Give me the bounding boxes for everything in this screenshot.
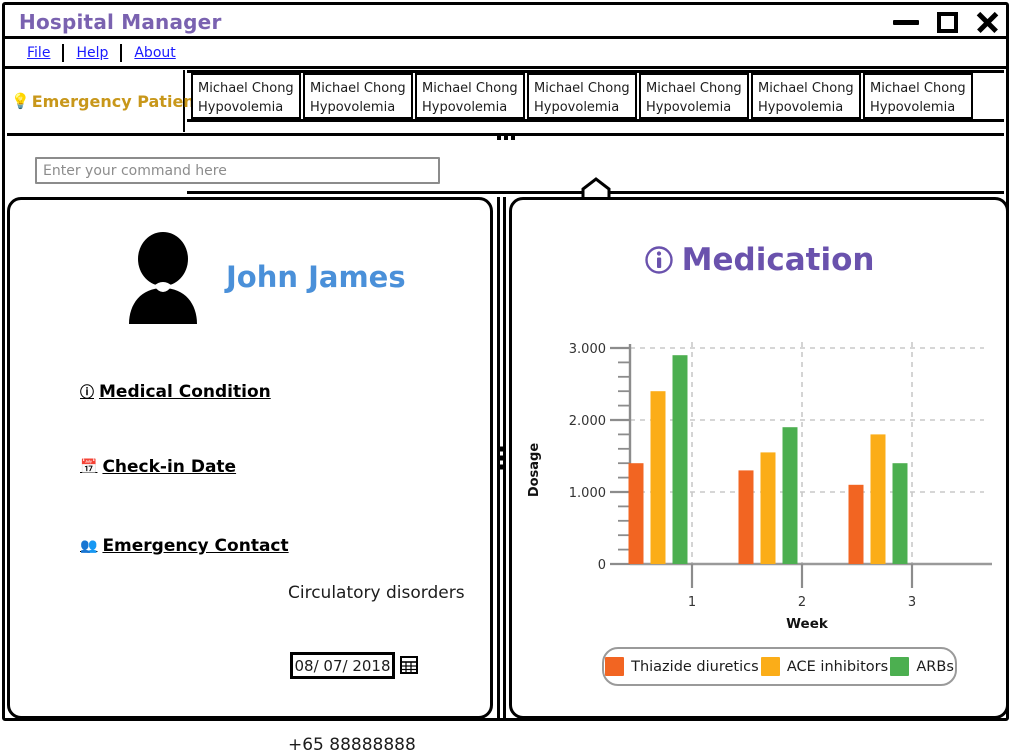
app-title: Hospital Manager	[19, 10, 222, 34]
patient-tab[interactable]: Michael Chong Hypovolemia	[639, 73, 749, 119]
application-window: Hospital Manager File Help About 💡 Emerg…	[2, 2, 1009, 755]
patient-tab-condition: Hypovolemia	[422, 100, 508, 115]
menu-bar: File Help About	[5, 39, 1006, 69]
detail-row-emergency-contact: 👥 Emergency Contact	[80, 535, 289, 556]
title-bar: Hospital Manager	[5, 5, 1006, 39]
patient-tab-name: Michael Chong	[646, 81, 742, 96]
chart-xlabel: Week	[786, 616, 829, 630]
question-circle-icon: ⓘ	[80, 385, 94, 401]
menu-item-help[interactable]: Help	[64, 45, 120, 61]
emergency-patients-label: Emergency Patients	[31, 91, 212, 111]
patient-tab-condition: Hypovolemia	[198, 100, 284, 115]
chart-ytick-1000: 1.000	[569, 486, 606, 501]
calendar-picker-icon[interactable]	[400, 655, 418, 675]
close-icon[interactable]	[976, 11, 998, 33]
emergency-contact-label-group: 👥 Emergency Contact	[80, 536, 289, 556]
users-icon: 👥	[80, 538, 98, 554]
lightbulb-icon: 💡	[11, 92, 30, 110]
patient-tab-name: Michael Chong	[870, 81, 966, 96]
window-controls	[893, 5, 998, 39]
patient-tab-strip: 💡 Emergency Patients Michael Chong Hypov…	[5, 69, 1006, 198]
emergency-contact-label: Emergency Contact	[102, 536, 289, 556]
checkin-date-label: Check-in Date	[102, 457, 237, 477]
chart-bars	[628, 355, 908, 564]
legend-swatch	[890, 657, 910, 676]
chevron-up-icon[interactable]	[580, 177, 612, 199]
menu-item-file[interactable]: File	[15, 45, 62, 61]
patient-tab[interactable]: Michael Chong Hypovolemia	[191, 73, 301, 119]
maximize-icon[interactable]	[937, 11, 958, 33]
vertical-splitter[interactable]	[497, 197, 507, 719]
medication-panel: Medication Dosage 3.000 2.000 1.000 0 1 …	[509, 197, 1009, 719]
legend-entry-arbs[interactable]: ARBs	[890, 657, 954, 676]
chart-ytick-2000: 2.000	[569, 414, 606, 429]
chart-ytick-3000: 3.000	[569, 342, 606, 357]
legend-label: Thiazide diuretics	[631, 658, 759, 675]
medical-condition-label: Medical Condition	[99, 382, 271, 402]
calendar-day-icon: 📅	[80, 459, 98, 475]
patient-tab-name: Michael Chong	[534, 81, 630, 96]
chart-bar	[760, 452, 776, 564]
splitter-grip-dots	[500, 446, 505, 470]
minimize-icon[interactable]	[893, 19, 919, 25]
chart-bar	[892, 463, 908, 564]
chart-bar	[738, 470, 754, 564]
chart-xtick-1: 1	[688, 595, 696, 610]
medical-condition-label-group: ⓘ Medical Condition	[80, 382, 271, 402]
checkin-date-label-group: 📅 Check-in Date	[80, 457, 236, 477]
patient-tab-condition: Hypovolemia	[310, 100, 396, 115]
patient-tabs-container: Michael Chong Hypovolemia Michael Chong …	[187, 70, 1004, 122]
legend-entry-ace-inhibitors[interactable]: ACE inhibitors	[760, 657, 889, 676]
chart-bar	[628, 463, 644, 564]
command-input[interactable]	[35, 157, 440, 184]
chart-xtick-3: 3	[908, 595, 916, 610]
patient-tab-condition: Hypovolemia	[758, 100, 844, 115]
patient-name: John James	[226, 260, 406, 294]
medication-title: Medication	[681, 242, 875, 278]
legend-swatch	[760, 657, 780, 676]
checkin-date-value: 08/ 07/ 2018	[294, 656, 391, 675]
patient-tab-name: Michael Chong	[422, 81, 518, 96]
patient-tab-condition: Hypovolemia	[646, 100, 732, 115]
chart-ytick-0: 0	[598, 558, 606, 573]
chart-bar	[650, 391, 666, 564]
chart-xtick-2: 2	[798, 595, 806, 610]
checkin-date-field[interactable]: 08/ 07/ 2018	[290, 652, 395, 679]
horizontal-splitter[interactable]	[7, 133, 1004, 143]
detail-row-medical-condition: ⓘ Medical Condition	[80, 382, 271, 402]
chart-bar	[672, 355, 688, 564]
patient-tab-condition: Hypovolemia	[534, 100, 620, 115]
patient-tab[interactable]: Michael Chong Hypovolemia	[863, 73, 973, 119]
patient-tab[interactable]: Michael Chong Hypovolemia	[303, 73, 413, 119]
legend-label: ARBs	[916, 658, 954, 675]
patient-tab-name: Michael Chong	[758, 81, 854, 96]
medical-condition-value: Circulatory disorders	[288, 583, 465, 603]
legend-entry-thiazide-diuretics[interactable]: Thiazide diuretics	[605, 657, 759, 676]
patient-tab-name: Michael Chong	[198, 81, 294, 96]
legend-label: ACE inhibitors	[786, 658, 889, 675]
patient-tab-condition: Hypovolemia	[870, 100, 956, 115]
medication-header: Medication	[512, 242, 1006, 278]
emergency-patients-section[interactable]: 💡 Emergency Patients	[5, 70, 212, 132]
chart-bar	[870, 434, 886, 564]
chart-bar	[848, 484, 864, 564]
emergency-contact-value: +65 88888888	[288, 735, 416, 755]
chart-legend: Thiazide diuretics ACE inhibitors ARBs	[602, 647, 957, 686]
patient-tab[interactable]: Michael Chong Hypovolemia	[415, 73, 525, 119]
patient-detail-panel: John James ⓘ Medical Condition Circulato…	[7, 197, 493, 755]
legend-swatch	[605, 657, 625, 676]
menu-item-about[interactable]: About	[122, 45, 187, 61]
patient-tab[interactable]: Michael Chong Hypovolemia	[527, 73, 637, 119]
chart-bar	[782, 427, 798, 564]
chart-ylabel: Dosage	[527, 443, 542, 498]
info-circle-icon	[644, 246, 673, 274]
splitter-grip-dots	[496, 136, 515, 140]
medication-bar-chart: Dosage 3.000 2.000 1.000 0 1 2 3 Week	[527, 342, 992, 630]
patient-tab[interactable]: Michael Chong Hypovolemia	[751, 73, 861, 119]
user-avatar-icon	[129, 232, 197, 324]
patient-tab-name: Michael Chong	[310, 81, 406, 96]
detail-row-checkin-date: 📅 Check-in Date	[80, 456, 236, 477]
command-input-wrapper	[35, 157, 440, 184]
